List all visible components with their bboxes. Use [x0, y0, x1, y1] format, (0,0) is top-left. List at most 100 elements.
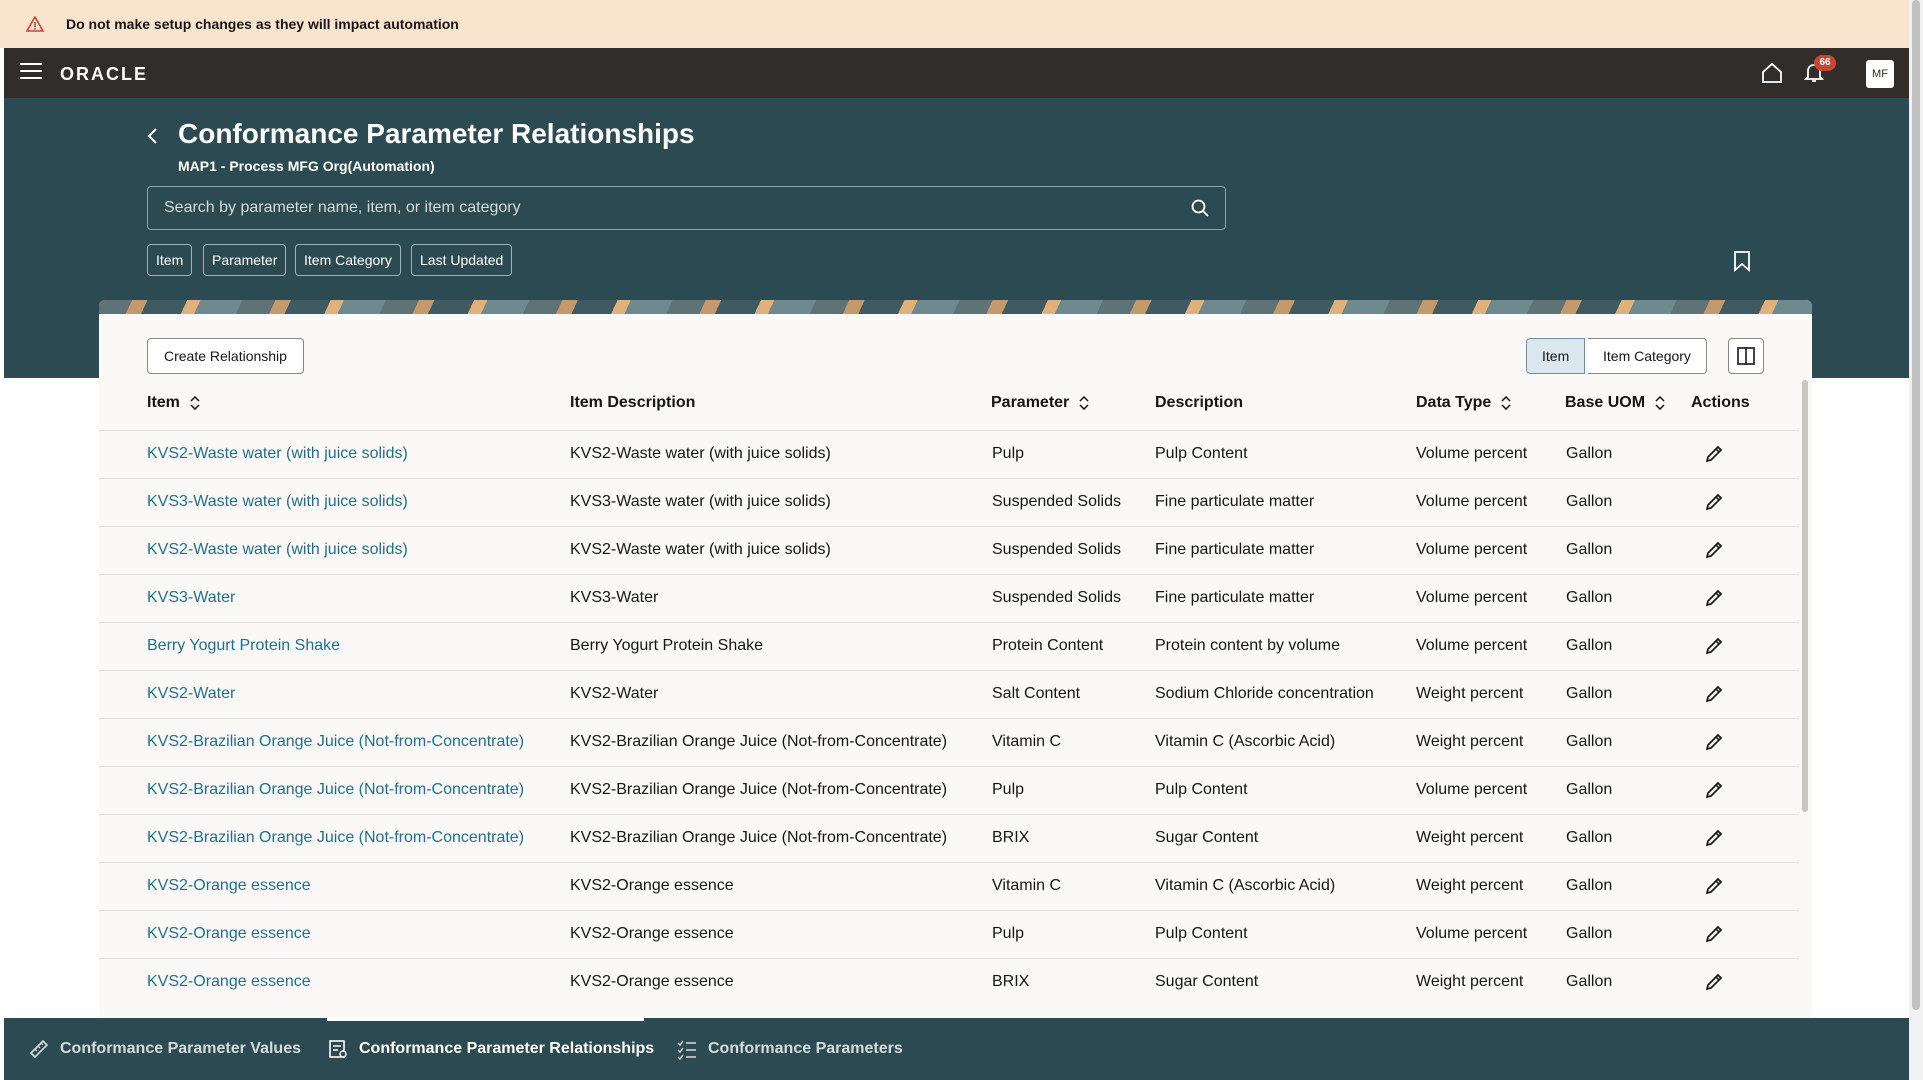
item-link[interactable]: Berry Yogurt Protein Shake [147, 637, 340, 655]
filter-chip-item-category[interactable]: Item Category [295, 244, 401, 276]
item-link[interactable]: KVS2-Waste water (with juice solids) [147, 445, 408, 463]
table-cell: Suspended Solids [992, 589, 1121, 606]
table-row: KVS2-Brazilian Orange Juice (Not-from-Co… [99, 814, 1799, 862]
edit-icon[interactable] [1703, 443, 1725, 465]
table-row: KVS2-Orange essence KVS2-Orange essence BR… [99, 958, 1799, 1006]
table-cell: KVS2-Water [570, 685, 659, 702]
table-cell: Gallon [1566, 445, 1613, 462]
table-cell: Sodium Chloride concentration [1155, 685, 1374, 702]
back-chevron-icon[interactable] [146, 126, 160, 146]
table-cell: Pulp Content [1155, 445, 1248, 462]
item-link[interactable]: KVS2-Brazilian Orange Juice (Not-from-Co… [147, 829, 524, 847]
table-cell: Vitamin C [992, 877, 1062, 894]
table-cell: Vitamin C (Ascorbic Acid) [1155, 877, 1336, 894]
column-header-parameter[interactable]: Parameter [991, 394, 1089, 412]
edit-icon[interactable] [1703, 731, 1725, 753]
nav-conformance-parameter-values[interactable]: Conformance Parameter Values [28, 1018, 301, 1080]
column-header-base-uom[interactable]: Base UOM [1565, 394, 1665, 412]
table-cell: Vitamin C [992, 733, 1062, 750]
view-toggle-item-category[interactable]: Item Category [1588, 338, 1707, 374]
view-toggle-item[interactable]: Item [1526, 338, 1586, 374]
filter-chip-item[interactable]: Item [147, 244, 193, 276]
filter-chip-parameter[interactable]: Parameter [203, 244, 287, 276]
edit-icon[interactable] [1703, 971, 1725, 993]
search-icon[interactable] [1190, 198, 1210, 218]
table-cell: Gallon [1566, 781, 1613, 798]
item-link[interactable]: KVS2-Water [147, 685, 235, 703]
table-cell: Volume percent [1416, 781, 1528, 798]
search-box [147, 186, 1226, 230]
edit-icon[interactable] [1703, 539, 1725, 561]
create-relationship-button[interactable]: Create Relationship [147, 338, 304, 374]
table-row: Berry Yogurt Protein Shake Berry Yogurt P… [99, 622, 1799, 670]
table-cell: Fine particulate matter [1155, 589, 1315, 606]
menu-icon[interactable] [20, 63, 42, 83]
table-cell: Fine particulate matter [1155, 493, 1315, 510]
edit-icon[interactable] [1703, 491, 1725, 513]
table-cell: Protein content by volume [1155, 637, 1340, 654]
column-header-item[interactable]: Item [147, 394, 200, 412]
table-row: KVS3-Waste water (with juice solids) KVS3… [99, 478, 1799, 526]
column-header-actions: Actions [1691, 394, 1750, 411]
table-row: KVS3-Water KVS3-Water Suspended Solids Fine… [99, 574, 1799, 622]
table-cell: Volume percent [1416, 637, 1528, 654]
table-scrollbar[interactable] [1800, 380, 1810, 812]
table-cell: KVS3-Waste water (with juice solids) [570, 493, 831, 510]
item-link[interactable]: KVS2-Waste water (with juice solids) [147, 541, 408, 559]
edit-icon[interactable] [1703, 587, 1725, 609]
edit-icon[interactable] [1703, 875, 1725, 897]
global-header: ORACLE 66 MF [4, 48, 1909, 98]
warning-banner: Do not make setup changes as they will i… [0, 0, 1923, 48]
item-link[interactable]: KVS3-Water [147, 589, 235, 607]
table-cell: Volume percent [1416, 445, 1528, 462]
nav-conformance-parameter-relationships[interactable]: Conformance Parameter Relationships [327, 1018, 654, 1080]
item-link[interactable]: KVS2-Brazilian Orange Juice (Not-from-Co… [147, 733, 524, 751]
item-link[interactable]: KVS2-Orange essence [147, 877, 311, 895]
item-link[interactable]: KVS2-Brazilian Orange Juice (Not-from-Co… [147, 781, 524, 799]
table-cell: KVS2-Waste water (with juice solids) [570, 541, 831, 558]
table-cell: Weight percent [1416, 829, 1524, 846]
table-cell: Fine particulate matter [1155, 541, 1315, 558]
bottom-navigation: Conformance Parameter Values Conformance… [4, 1018, 1909, 1080]
column-layout-button[interactable] [1728, 338, 1764, 374]
home-icon[interactable] [1760, 61, 1784, 85]
item-link[interactable]: KVS2-Orange essence [147, 925, 311, 943]
table-cell: Weight percent [1416, 877, 1524, 894]
checklist-icon [677, 1040, 696, 1060]
page-scrollbar[interactable] [1909, 0, 1923, 1080]
table-cell: Weight percent [1416, 973, 1524, 990]
nav-conformance-parameters[interactable]: Conformance Parameters [676, 1018, 903, 1080]
sort-icon [190, 396, 200, 410]
page-subtitle: MAP1 - Process MFG Org(Automation) [178, 158, 435, 174]
table-cell: Volume percent [1416, 493, 1528, 510]
edit-icon[interactable] [1703, 923, 1725, 945]
edit-icon[interactable] [1703, 683, 1725, 705]
column-header-description: Description [1155, 394, 1244, 411]
table-cell: Berry Yogurt Protein Shake [570, 637, 764, 654]
oracle-logo[interactable]: ORACLE [60, 64, 148, 85]
column-header-data-type[interactable]: Data Type [1416, 394, 1511, 412]
table-cell: KVS2-Orange essence [570, 973, 734, 990]
bookmark-icon[interactable] [1733, 250, 1751, 272]
edit-icon[interactable] [1703, 635, 1725, 657]
avatar[interactable]: MF [1866, 60, 1894, 88]
table-cell: KVS2-Brazilian Orange Juice (Not-from-Co… [570, 829, 948, 846]
column-header-item-description: Item Description [570, 394, 696, 411]
table-cell: BRIX [992, 973, 1030, 990]
table-cell: Gallon [1566, 685, 1613, 702]
active-tab-indicator [327, 1017, 644, 1021]
table-cell: KVS2-Orange essence [570, 877, 734, 894]
search-input[interactable] [148, 187, 1168, 229]
table-cell: Gallon [1566, 925, 1613, 942]
edit-icon[interactable] [1703, 827, 1725, 849]
item-link[interactable]: KVS3-Waste water (with juice solids) [147, 493, 408, 511]
table-cell: Volume percent [1416, 541, 1528, 558]
edit-icon[interactable] [1703, 779, 1725, 801]
filter-chip-last-updated[interactable]: Last Updated [411, 244, 513, 276]
table-cell: Pulp Content [1155, 781, 1248, 798]
table-cell: Protein Content [992, 637, 1104, 654]
card-decoration [99, 300, 1812, 314]
table-cell: Sugar Content [1155, 829, 1259, 846]
item-link[interactable]: KVS2-Orange essence [147, 973, 311, 991]
page-title: Conformance Parameter Relationships [178, 118, 695, 149]
